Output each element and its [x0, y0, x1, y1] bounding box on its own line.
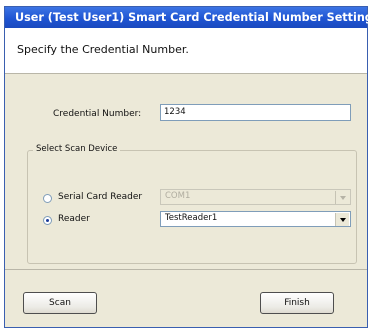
- reader-label: Reader: [58, 214, 90, 224]
- chevron-down-icon: [335, 191, 349, 204]
- serial-card-reader-radio[interactable]: [43, 194, 52, 203]
- scan-device-groupbox: [27, 150, 357, 264]
- dialog-window: User (Test User1) Smart Card Credential …: [4, 6, 371, 328]
- chevron-down-icon[interactable]: [335, 213, 349, 226]
- reader-select[interactable]: TestReader1: [160, 211, 351, 227]
- reader-radio[interactable]: [43, 216, 52, 225]
- serial-card-reader-select: COM1: [160, 189, 351, 205]
- instruction-text: Specify the Credential Number.: [17, 43, 189, 56]
- finish-button[interactable]: Finish: [260, 292, 334, 314]
- scan-button[interactable]: Scan: [23, 292, 97, 314]
- reader-value: TestReader1: [165, 213, 218, 223]
- dialog-header: Specify the Credential Number.: [5, 28, 367, 74]
- window-title: User (Test User1) Smart Card Credential …: [5, 7, 371, 28]
- footer-divider: [5, 269, 367, 270]
- serial-card-reader-value: COM1: [165, 191, 191, 201]
- scan-device-group-label: Select Scan Device: [33, 144, 121, 154]
- credential-number-input[interactable]: 1234: [160, 104, 351, 121]
- serial-card-reader-label: Serial Card Reader: [58, 192, 143, 202]
- credential-number-label: Credential Number:: [53, 109, 142, 119]
